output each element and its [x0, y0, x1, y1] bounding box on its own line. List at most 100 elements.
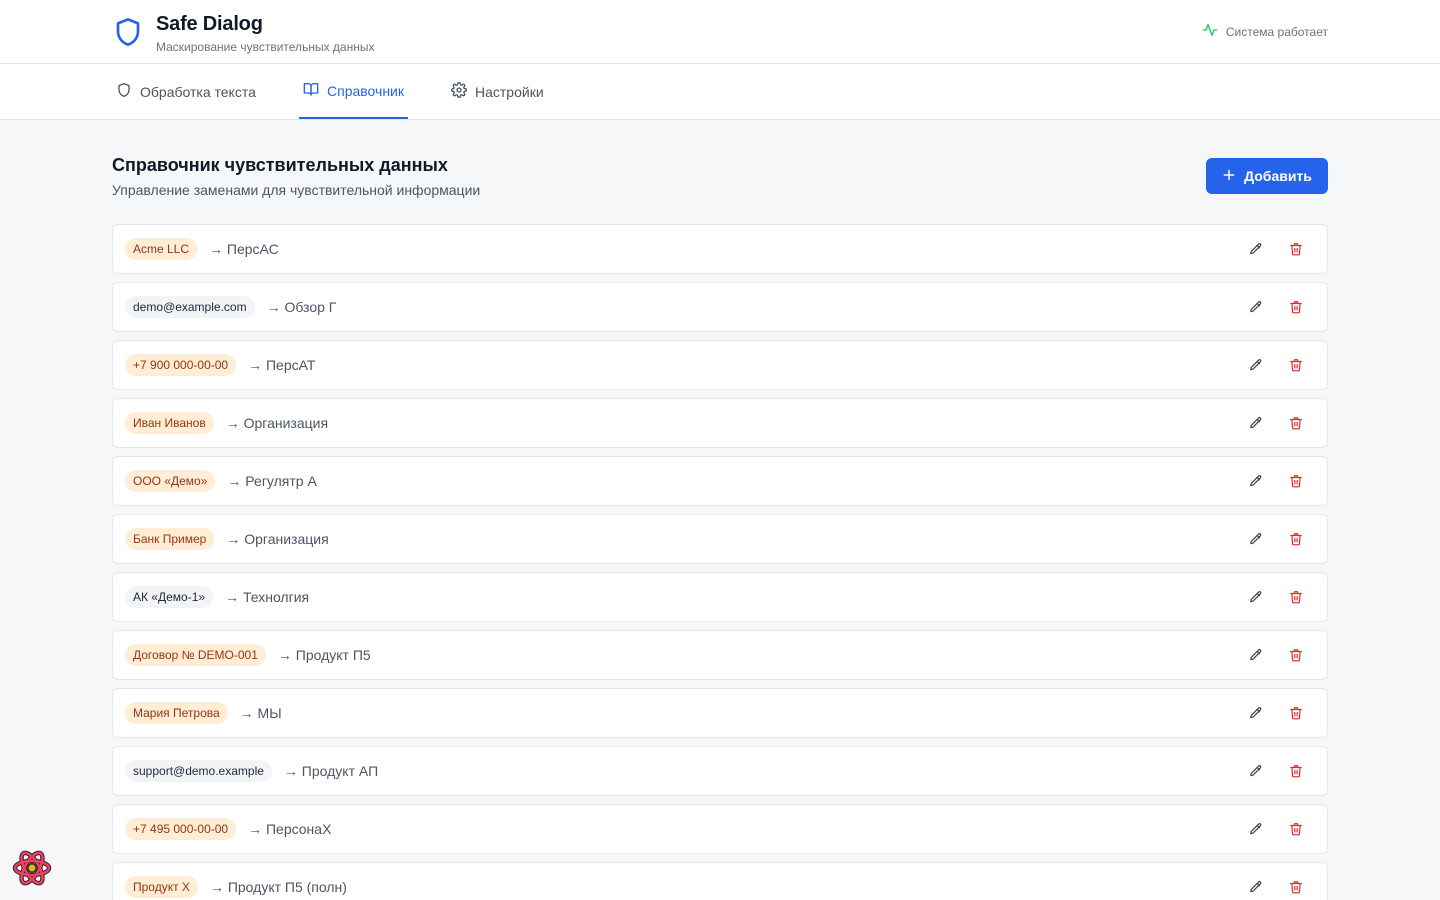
original-value-badge: ООО «Демо»: [125, 470, 216, 492]
replacement-value: → ПерсонаХ: [248, 821, 332, 837]
page-title: Справочник чувствительных данных: [112, 155, 448, 175]
dictionary-row: Банк Пример → Организация: [112, 514, 1328, 564]
replacement-value: → Обзор Г: [266, 299, 337, 315]
dictionary-row: Acme LLC → ПерсАС: [112, 224, 1328, 274]
delete-button[interactable]: [1288, 589, 1304, 605]
app-title: Safe Dialog: [156, 13, 263, 35]
pencil-icon: [1250, 301, 1262, 313]
original-value-badge: Мария Петрова: [125, 702, 228, 724]
edit-button[interactable]: [1248, 879, 1264, 895]
edit-button[interactable]: [1248, 473, 1264, 489]
edit-button[interactable]: [1248, 241, 1264, 257]
trash-icon: [1290, 359, 1302, 372]
delete-button[interactable]: [1288, 299, 1304, 315]
delete-button[interactable]: [1288, 647, 1304, 663]
pencil-icon: [1250, 881, 1262, 893]
tab-settings[interactable]: Настройки: [447, 64, 548, 119]
replacement-value: → Продукт АП: [283, 763, 379, 779]
entry-list: Acme LLC → ПерсАС demo@example.com → Обзор …: [112, 224, 1328, 900]
pencil-icon: [1250, 591, 1262, 603]
delete-button[interactable]: [1288, 705, 1304, 721]
pencil-icon: [1250, 649, 1262, 661]
shield-icon: [112, 12, 144, 52]
brand: Safe Dialog Маскирование чувствительных …: [112, 12, 374, 55]
shield-icon: [116, 82, 140, 101]
tab-label: Настройки: [475, 83, 544, 100]
edit-button[interactable]: [1248, 705, 1264, 721]
edit-button[interactable]: [1248, 357, 1264, 373]
replacement-value: → ПерсАС: [209, 241, 279, 257]
delete-button[interactable]: [1288, 415, 1304, 431]
trash-icon: [1290, 823, 1302, 836]
replacement-value: → Продукт П5: [277, 647, 371, 663]
original-value-badge: Продукт X: [125, 876, 198, 898]
original-value-badge: АК «Демо-1»: [125, 586, 214, 608]
edit-button[interactable]: [1248, 415, 1264, 431]
delete-button[interactable]: [1288, 879, 1304, 895]
dictionary-row: Договор № DEMO-001 → Продукт П5: [112, 630, 1328, 680]
trash-icon: [1290, 243, 1302, 256]
gear-icon: [451, 82, 475, 101]
system-status: Система работает: [1202, 22, 1328, 41]
original-value-badge: +7 900 000-00-00: [125, 354, 237, 376]
add-button-label: Добавить: [1244, 168, 1312, 184]
delete-button[interactable]: [1288, 357, 1304, 373]
trash-icon: [1290, 475, 1302, 488]
original-value-badge: Договор № DEMO-001: [125, 644, 266, 666]
trash-icon: [1290, 533, 1302, 546]
delete-button[interactable]: [1288, 821, 1304, 837]
plus-icon: [1222, 168, 1244, 185]
add-button[interactable]: Добавить: [1206, 158, 1328, 194]
page-subtitle: Управление заменами для чувствительной и…: [112, 182, 481, 198]
replacement-value: → Продукт П5 (полн): [209, 879, 347, 895]
edit-button[interactable]: [1248, 647, 1264, 663]
replacement-value: → Организация: [225, 415, 329, 431]
dictionary-page: Справочник чувствительных данных Управле…: [112, 121, 1328, 900]
replacement-value: → Организация: [226, 531, 329, 547]
trash-icon: [1290, 707, 1302, 720]
delete-button[interactable]: [1288, 763, 1304, 779]
pencil-icon: [1250, 707, 1262, 719]
pencil-icon: [1250, 243, 1262, 255]
pencil-icon: [1250, 359, 1262, 371]
react-devtools-icon[interactable]: [12, 848, 52, 888]
dictionary-row: support@demo.example → Продукт АП: [112, 746, 1328, 796]
delete-button[interactable]: [1288, 241, 1304, 257]
tab-dictionary[interactable]: Справочник: [299, 64, 408, 119]
original-value-badge: support@demo.example: [125, 760, 272, 782]
delete-button[interactable]: [1288, 473, 1304, 489]
tab-bar: Обработка текста Справочник Настройки: [0, 64, 1440, 120]
original-value-badge: demo@example.com: [125, 296, 255, 318]
dictionary-row: +7 495 000-00-00 → ПерсонаХ: [112, 804, 1328, 854]
pencil-icon: [1250, 533, 1262, 545]
replacement-value: → Технолгия: [225, 589, 310, 605]
trash-icon: [1290, 591, 1302, 604]
trash-icon: [1290, 417, 1302, 430]
original-value-badge: +7 495 000-00-00: [125, 818, 237, 840]
dictionary-row: demo@example.com → Обзор Г: [112, 282, 1328, 332]
tab-text-processing[interactable]: Обработка текста: [112, 64, 260, 119]
trash-icon: [1290, 881, 1302, 894]
edit-button[interactable]: [1248, 531, 1264, 547]
edit-button[interactable]: [1248, 763, 1264, 779]
book-icon: [303, 81, 327, 100]
edit-button[interactable]: [1248, 299, 1264, 315]
dictionary-row: АК «Демо-1» → Технолгия: [112, 572, 1328, 622]
original-value-badge: Acme LLC: [125, 238, 198, 260]
tab-label: Справочник: [327, 82, 404, 99]
dictionary-row: +7 900 000-00-00 → ПерсАТ: [112, 340, 1328, 390]
app-header: Safe Dialog Маскирование чувствительных …: [0, 0, 1440, 64]
pencil-icon: [1250, 475, 1262, 487]
pencil-icon: [1250, 823, 1262, 835]
system-status-text: Система работает: [1225, 24, 1328, 39]
trash-icon: [1290, 301, 1302, 314]
edit-button[interactable]: [1248, 821, 1264, 837]
original-value-badge: Иван Иванов: [125, 412, 214, 434]
replacement-value: → Регулятр А: [227, 473, 317, 489]
delete-button[interactable]: [1288, 531, 1304, 547]
replacement-value: → МЫ: [239, 705, 282, 721]
trash-icon: [1290, 765, 1302, 778]
edit-button[interactable]: [1248, 589, 1264, 605]
replacement-value: → ПерсАТ: [248, 357, 316, 373]
dictionary-row: Мария Петрова → МЫ: [112, 688, 1328, 738]
